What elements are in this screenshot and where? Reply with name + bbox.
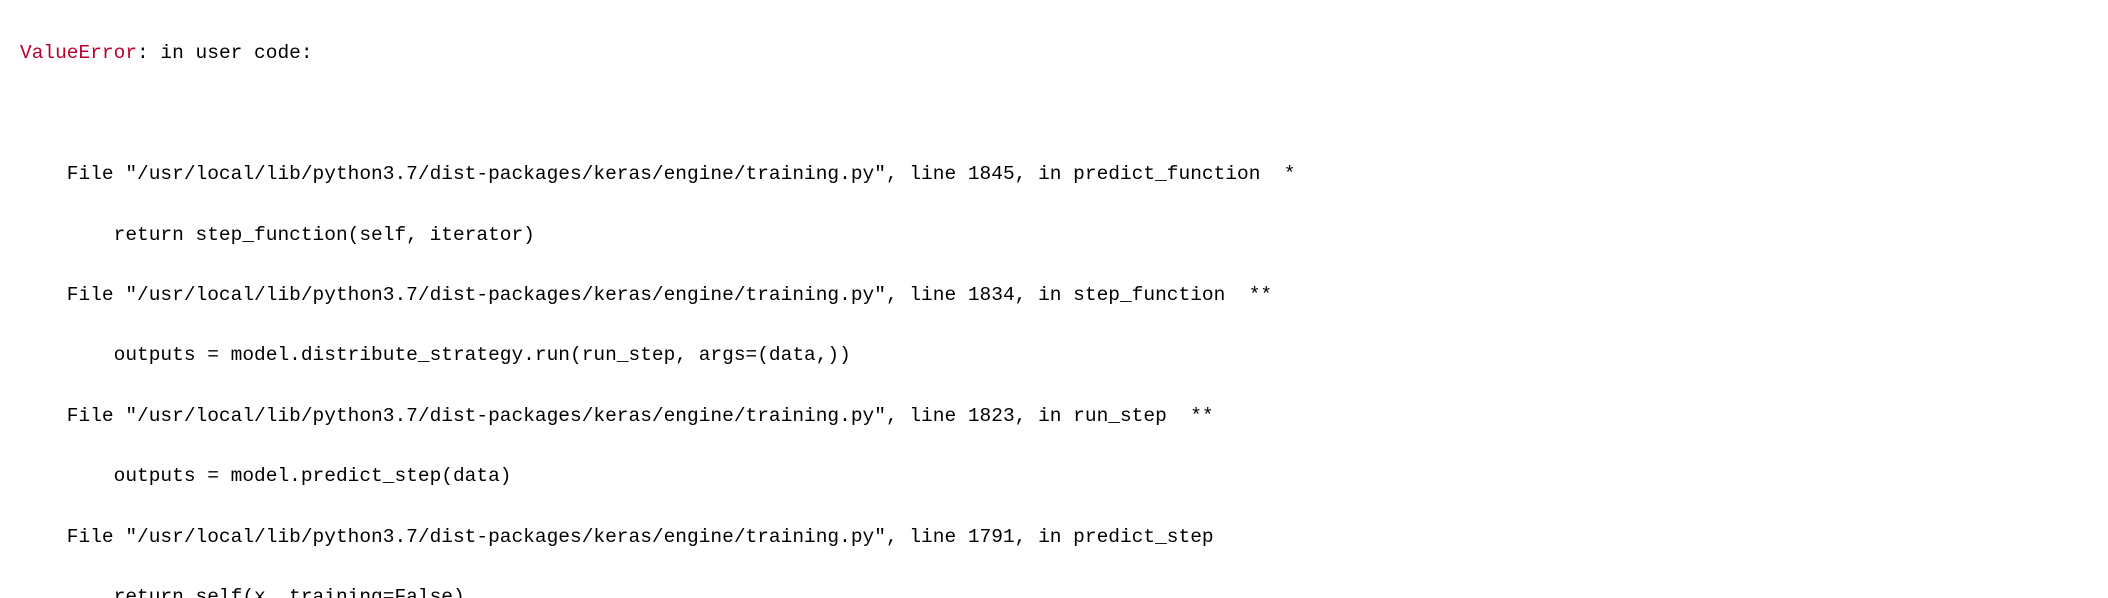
frame-file: File "/usr/local/lib/python3.7/dist-pack… <box>20 280 2088 310</box>
frame-file: File "/usr/local/lib/python3.7/dist-pack… <box>20 159 2088 189</box>
error-header-suffix: : in user code: <box>137 42 313 64</box>
traceback-output: ValueError: in user code: File "/usr/loc… <box>0 0 2108 598</box>
frame-code: outputs = model.distribute_strategy.run(… <box>20 340 2088 370</box>
frame-code: outputs = model.predict_step(data) <box>20 461 2088 491</box>
frame-file: File "/usr/local/lib/python3.7/dist-pack… <box>20 522 2088 552</box>
blank-line <box>20 99 2088 129</box>
error-type-name: ValueError <box>20 42 137 64</box>
traceback-header: ValueError: in user code: <box>20 38 2088 68</box>
frame-file: File "/usr/local/lib/python3.7/dist-pack… <box>20 401 2088 431</box>
frame-code: return self(x, training=False) <box>20 582 2088 598</box>
frame-code: return step_function(self, iterator) <box>20 220 2088 250</box>
